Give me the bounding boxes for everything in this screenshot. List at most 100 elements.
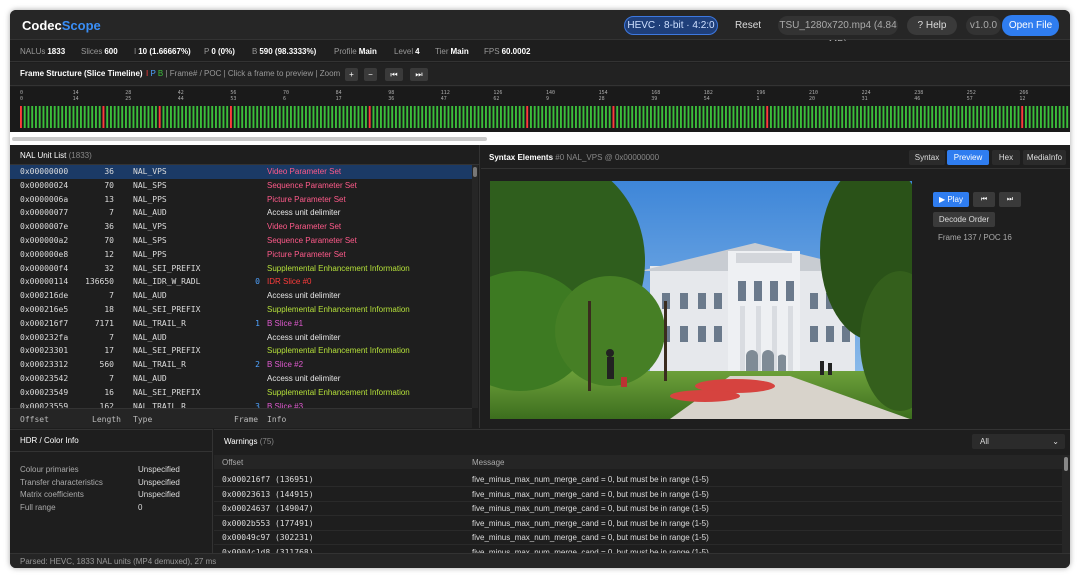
timeline-frame-bar[interactable] (350, 106, 352, 128)
timeline-frame-bar[interactable] (1062, 106, 1065, 128)
nal-row[interactable]: 0x00000077 7 NAL_AUD Access unit delimiter (10, 206, 472, 220)
timeline-frame-bar[interactable] (612, 106, 615, 128)
timeline-frame-bar[interactable] (1058, 106, 1061, 128)
timeline-frame-bar[interactable] (571, 106, 574, 128)
timeline-frame-bar[interactable] (732, 106, 735, 128)
timeline-frame-bar[interactable] (905, 106, 907, 128)
timeline-frame-bar[interactable] (61, 106, 64, 128)
timeline-frame-bar[interactable] (620, 106, 622, 128)
timeline-frame-bar[interactable] (777, 106, 780, 128)
timeline-frame-bar[interactable] (290, 106, 292, 128)
timeline-frame-bar[interactable] (897, 106, 900, 128)
timeline-frame-bar[interactable] (770, 106, 772, 128)
timeline-frame-bar[interactable] (462, 106, 465, 128)
col-info[interactable]: Info (267, 415, 286, 424)
nal-row[interactable]: 0x000000a2 70 NAL_SPS Sequence Parameter Se… (10, 234, 472, 248)
nal-row[interactable]: 0x00000114 136650 NAL_IDR_W_RADL 0 IDR Slice… (10, 275, 472, 289)
tab-hex[interactable]: Hex (992, 150, 1020, 165)
timeline-frame-bar[interactable] (275, 106, 277, 128)
timeline-frame-bar[interactable] (271, 106, 274, 128)
timeline-frame-bar[interactable] (631, 106, 634, 128)
timeline-frame-bar[interactable] (908, 106, 911, 128)
timeline-frame-bar[interactable] (481, 106, 484, 128)
timeline-frame-bar[interactable] (331, 106, 334, 128)
timeline-frame-bar[interactable] (136, 106, 139, 128)
timeline-frame-bar[interactable] (788, 106, 791, 128)
timeline-frame-bar[interactable] (380, 106, 382, 128)
timeline-frame-bar[interactable] (586, 106, 589, 128)
next-frame-button[interactable]: ⏭ (999, 192, 1021, 207)
help-button[interactable]: ? Help (907, 16, 957, 35)
timeline-frame-bar[interactable] (361, 106, 364, 128)
timeline-frame-bar[interactable] (942, 106, 945, 128)
timeline-frame-bar[interactable] (635, 106, 637, 128)
nal-row[interactable]: 0x00023559 162 NAL_TRAIL_R 3 B Slice #3 (10, 400, 472, 408)
timeline-frame-bar[interactable] (417, 106, 420, 128)
timeline-frame-bar[interactable] (717, 106, 720, 128)
timeline-frame-bar[interactable] (837, 106, 840, 128)
timeline-frame-bar[interactable] (537, 106, 540, 128)
timeline-frame-bar[interactable] (406, 106, 409, 128)
timeline-frame-bar[interactable] (23, 106, 26, 128)
timeline-frame-bar[interactable] (721, 106, 724, 128)
timeline-frame-bar[interactable] (447, 106, 450, 128)
timeline-frame-bar[interactable] (485, 106, 487, 128)
timeline-frame-bar[interactable] (1066, 106, 1069, 128)
timeline-frame-bar[interactable] (342, 106, 345, 128)
timeline-frame-bar[interactable] (785, 106, 787, 128)
timeline-frame-bar[interactable] (683, 106, 686, 128)
timeline-frame-bar[interactable] (507, 106, 510, 128)
timeline-frame-bar[interactable] (601, 106, 604, 128)
timeline-frame-bar[interactable] (522, 106, 525, 128)
timeline-frame-bar[interactable] (762, 106, 765, 128)
timeline-frame-bar[interactable] (293, 106, 296, 128)
timeline-frame-bar[interactable] (117, 106, 120, 128)
timeline-frame-bar[interactable] (878, 106, 881, 128)
timeline-frame-bar[interactable] (578, 106, 581, 128)
timeline-frame-bar[interactable] (575, 106, 577, 128)
timeline-frame-bar[interactable] (267, 106, 270, 128)
timeline-frame-bar[interactable] (477, 106, 480, 128)
nal-row[interactable]: 0x00023312 560 NAL_TRAIL_R 2 B Slice #2 (10, 358, 472, 372)
timeline-frame-bar[interactable] (230, 106, 232, 128)
reset-button[interactable]: Reset (728, 16, 768, 35)
nal-row[interactable]: 0x000232fa 7 NAL_AUD Access unit delimiter (10, 331, 472, 345)
tab-mediainfo[interactable]: MediaInfo (1023, 150, 1066, 165)
timeline-frame-bar[interactable] (203, 106, 206, 128)
video-preview[interactable] (490, 181, 912, 419)
timeline-frame-bar[interactable] (327, 106, 330, 128)
timeline-frame-bar[interactable] (743, 106, 746, 128)
timeline-bars[interactable] (20, 106, 1070, 128)
timeline-frame-bar[interactable] (736, 106, 739, 128)
timeline-frame-bar[interactable] (312, 106, 315, 128)
timeline-frame-bar[interactable] (800, 106, 802, 128)
timeline-frame-bar[interactable] (995, 106, 997, 128)
timeline-frame-bar[interactable] (338, 106, 341, 128)
timeline-frame-bar[interactable] (132, 106, 135, 128)
timeline-frame-bar[interactable] (496, 106, 499, 128)
nal-row[interactable]: 0x000000e8 12 NAL_PPS Picture Parameter Set (10, 248, 472, 262)
timeline-frame-bar[interactable] (593, 106, 596, 128)
timeline-frame-bar[interactable] (807, 106, 810, 128)
timeline-frame-bar[interactable] (616, 106, 619, 128)
timeline-frame-bar[interactable] (421, 106, 424, 128)
timeline-frame-bar[interactable] (747, 106, 750, 128)
timeline-frame-bar[interactable] (991, 106, 994, 128)
timeline-frame-bar[interactable] (680, 106, 682, 128)
timeline-frame-bar[interactable] (91, 106, 94, 128)
timeline-frame-bar[interactable] (548, 106, 551, 128)
timeline-scroll-thumb[interactable] (12, 137, 487, 141)
zoom-in-button[interactable]: + (345, 68, 358, 81)
timeline-frame-bar[interactable] (803, 106, 806, 128)
timeline-frame-bar[interactable] (398, 106, 401, 128)
timeline-frame-bar[interactable] (563, 106, 566, 128)
timeline-frame-bar[interactable] (511, 106, 514, 128)
timeline-frame-bar[interactable] (927, 106, 930, 128)
warnings-scrollbar[interactable] (1062, 455, 1070, 554)
timeline-frame-bar[interactable] (80, 106, 82, 128)
timeline-frame-bar[interactable] (260, 106, 262, 128)
timeline-frame-bar[interactable] (455, 106, 457, 128)
timeline-frame-bar[interactable] (968, 106, 971, 128)
timeline-frame-bar[interactable] (983, 106, 986, 128)
timeline-frame-bar[interactable] (1055, 106, 1057, 128)
